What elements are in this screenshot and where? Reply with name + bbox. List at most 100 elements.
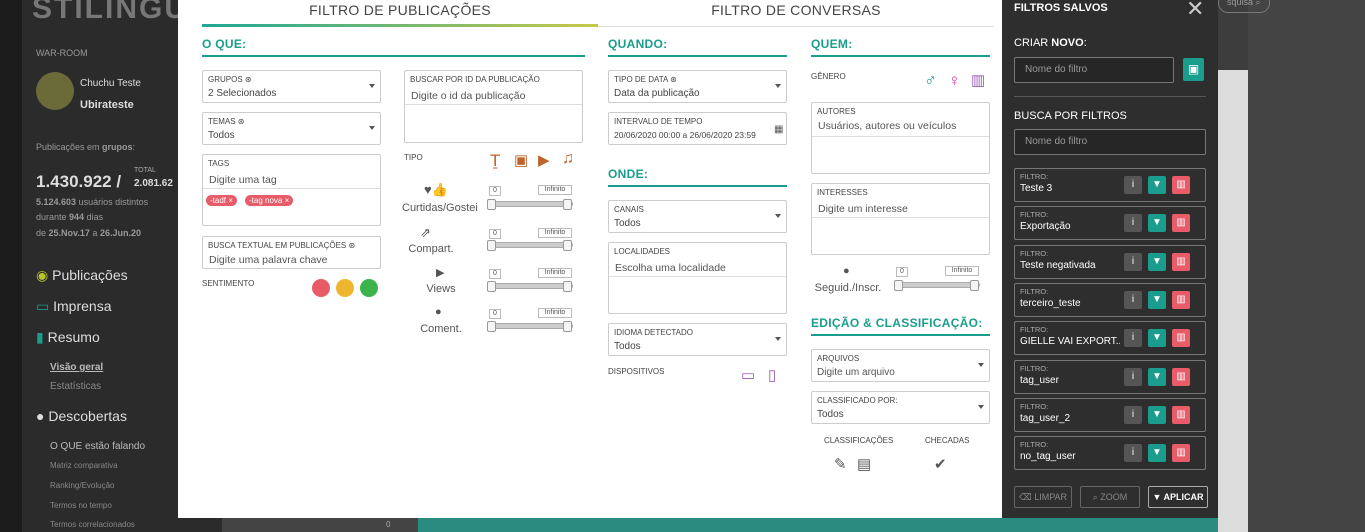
apply-filter-icon[interactable]: ▼: [1148, 406, 1166, 424]
slider-handle[interactable]: [563, 321, 572, 332]
canais-select[interactable]: CANAIS Todos: [608, 200, 787, 233]
new-filter-name-input[interactable]: Nome do filtro: [1014, 57, 1174, 83]
compart-slider[interactable]: [489, 242, 573, 248]
info-icon[interactable]: i: [1124, 176, 1142, 194]
happy-face-icon[interactable]: [360, 279, 378, 297]
info-icon[interactable]: i: [1124, 444, 1142, 462]
trash-icon[interactable]: ▤: [857, 455, 871, 473]
info-icon[interactable]: i: [1124, 253, 1142, 271]
slider-handle[interactable]: [894, 280, 903, 291]
apply-filter-icon[interactable]: ▼: [1148, 368, 1166, 386]
apply-filter-icon[interactable]: ▼: [1148, 176, 1166, 194]
saved-filter-item[interactable]: FILTRO: Teste 3 i ▼ ▥: [1014, 168, 1206, 202]
compart-min[interactable]: 0: [489, 229, 501, 239]
apply-filter-icon[interactable]: ▼: [1148, 329, 1166, 347]
apply-filter-icon[interactable]: ▼: [1148, 253, 1166, 271]
curtidas-slider[interactable]: [489, 201, 573, 207]
saved-filter-item[interactable]: FILTRO: tag_user i ▼ ▥: [1014, 360, 1206, 394]
slider-handle[interactable]: [563, 281, 572, 292]
zoom-button[interactable]: ⌕ ZOOM: [1080, 486, 1140, 508]
info-icon[interactable]: i: [1124, 368, 1142, 386]
delete-icon[interactable]: ▥: [1172, 176, 1190, 194]
delete-icon[interactable]: ▥: [1172, 406, 1190, 424]
delete-icon[interactable]: ▥: [1172, 368, 1190, 386]
search-filter-input[interactable]: Nome do filtro: [1014, 129, 1206, 155]
aplicar-button[interactable]: ▼ APLICAR: [1148, 486, 1208, 508]
sad-face-icon[interactable]: [312, 279, 330, 297]
submenu-matriz[interactable]: Matriz comparativa: [50, 461, 118, 470]
image-type-icon[interactable]: ▣: [514, 151, 528, 169]
seguid-slider[interactable]: [896, 282, 980, 288]
tag-chip[interactable]: -tadf ×: [206, 195, 237, 206]
pencil-icon[interactable]: ✎: [834, 455, 847, 473]
text-type-icon[interactable]: Ṯ: [490, 151, 500, 171]
apply-filter-icon[interactable]: ▼: [1148, 291, 1166, 309]
saved-filter-item[interactable]: FILTRO: no_tag_user i ▼ ▥: [1014, 436, 1206, 470]
tags-input[interactable]: Digite uma tag: [209, 174, 277, 186]
saved-filter-item[interactable]: FILTRO: Teste negativada i ▼ ▥: [1014, 245, 1206, 279]
interesses-field[interactable]: INTERESSES Digite um interesse: [811, 183, 990, 255]
tab-filtro-conversas[interactable]: FILTRO DE CONVERSAS: [598, 0, 994, 28]
curtidas-max[interactable]: Infinito: [538, 185, 572, 195]
id-publicacao-field[interactable]: BUSCAR POR ID DA PUBLICAÇÃO Digite o id …: [404, 70, 583, 143]
submenu-ranking[interactable]: Ranking/Evolução: [50, 481, 114, 490]
menu-descobertas[interactable]: ● Descobertas: [36, 408, 127, 424]
desktop-icon[interactable]: ▭: [741, 366, 755, 384]
neutral-face-icon[interactable]: [336, 279, 354, 297]
delete-icon[interactable]: ▥: [1172, 253, 1190, 271]
info-icon[interactable]: i: [1124, 214, 1142, 232]
mobile-icon[interactable]: ▯: [768, 366, 776, 384]
save-icon[interactable]: ▣: [1183, 58, 1204, 81]
submenu-termos-tempo[interactable]: Termos no tempo: [50, 501, 112, 510]
building-icon[interactable]: ▥: [971, 71, 985, 89]
info-icon[interactable]: i: [1124, 329, 1142, 347]
submenu-estatisticas[interactable]: Estatísticas: [50, 381, 101, 392]
grupos-select[interactable]: GRUPOS ⊛ 2 Selecionados: [202, 70, 381, 103]
slider-handle[interactable]: [487, 240, 496, 251]
top-search[interactable]: squisa ⌕: [1218, 0, 1270, 13]
seguid-max[interactable]: Infinito: [945, 266, 979, 276]
intervalo-field[interactable]: INTERVALO DE TEMPO 20/06/2020 00:00 a 26…: [608, 112, 787, 145]
slider-handle[interactable]: [563, 199, 572, 210]
delete-icon[interactable]: ▥: [1172, 329, 1190, 347]
saved-filter-item[interactable]: FILTRO: terceiro_teste i ▼ ▥: [1014, 283, 1206, 317]
info-icon[interactable]: i: [1124, 291, 1142, 309]
curtidas-min[interactable]: 0: [489, 186, 501, 196]
tag-chip[interactable]: -tag nova ×: [245, 195, 294, 206]
submenu-termos-correl[interactable]: Termos correlacionados: [50, 520, 135, 529]
slider-handle[interactable]: [563, 240, 572, 251]
audio-type-icon[interactable]: ♫: [562, 150, 574, 168]
apply-filter-icon[interactable]: ▼: [1148, 214, 1166, 232]
idioma-select[interactable]: IDIOMA DETECTADO Todos: [608, 323, 787, 356]
submenu-o-que[interactable]: O QUE estão falando: [50, 441, 145, 452]
seguid-min[interactable]: 0: [896, 267, 908, 277]
apply-filter-icon[interactable]: ▼: [1148, 444, 1166, 462]
saved-filter-item[interactable]: FILTRO: tag_user_2 i ▼ ▥: [1014, 398, 1206, 432]
coment-slider[interactable]: [489, 323, 573, 329]
compart-max[interactable]: Infinito: [538, 228, 572, 238]
limpar-button[interactable]: ⌫ LIMPAR: [1014, 486, 1072, 508]
slider-handle[interactable]: [487, 321, 496, 332]
close-icon[interactable]: ✕: [1186, 0, 1204, 22]
slider-handle[interactable]: [487, 199, 496, 210]
temas-select[interactable]: TEMAS ⊛ Todos: [202, 112, 381, 145]
tipo-data-select[interactable]: TIPO DE DATA ⊛ Data da publicação: [608, 70, 787, 103]
tags-field[interactable]: TAGS Digite uma tag -tadf × -tag nova ×: [202, 154, 381, 226]
slider-handle[interactable]: [487, 281, 496, 292]
saved-filter-item[interactable]: FILTRO: Exportação i ▼ ▥: [1014, 206, 1206, 240]
coment-min[interactable]: 0: [489, 309, 501, 319]
female-icon[interactable]: ♀: [948, 71, 961, 91]
delete-icon[interactable]: ▥: [1172, 214, 1190, 232]
delete-icon[interactable]: ▥: [1172, 444, 1190, 462]
menu-imprensa[interactable]: ▭ Imprensa: [36, 298, 111, 315]
calendar-icon[interactable]: ▦: [774, 124, 783, 135]
slider-handle[interactable]: [970, 280, 979, 291]
localidades-field[interactable]: LOCALIDADES Escolha uma localidade: [608, 242, 787, 314]
views-max[interactable]: Infinito: [538, 268, 572, 278]
classificado-select[interactable]: CLASSIFICADO POR: Todos: [811, 391, 990, 424]
check-icon[interactable]: ✔: [934, 455, 947, 473]
views-min[interactable]: 0: [489, 269, 501, 279]
saved-filter-item[interactable]: FILTRO: GIELLE VAI EXPORT... i ▼ ▥: [1014, 321, 1206, 355]
delete-icon[interactable]: ▥: [1172, 291, 1190, 309]
views-slider[interactable]: [489, 283, 573, 289]
